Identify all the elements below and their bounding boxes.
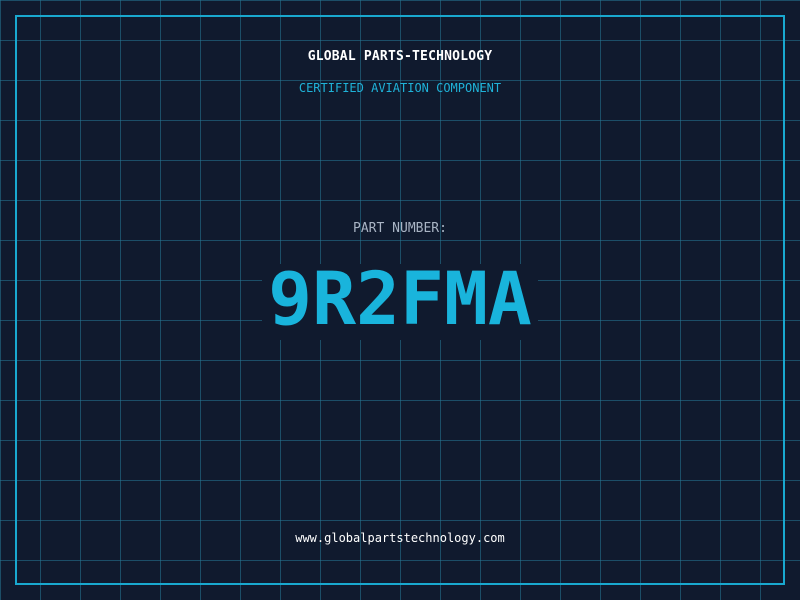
part-number-label: PART NUMBER: bbox=[353, 221, 447, 236]
certification-subtitle: CERTIFIED AVIATION COMPONENT bbox=[298, 81, 502, 95]
part-number-value: 9R2FMA bbox=[262, 263, 538, 340]
part-number-container: 9R2FMA bbox=[0, 263, 800, 340]
certificate-card: GLOBAL PARTS-TECHNOLOGY CERTIFIED AVIATI… bbox=[0, 0, 800, 600]
website-url: www.globalpartstechnology.com bbox=[295, 531, 505, 545]
company-name: GLOBAL PARTS-TECHNOLOGY bbox=[307, 49, 493, 64]
